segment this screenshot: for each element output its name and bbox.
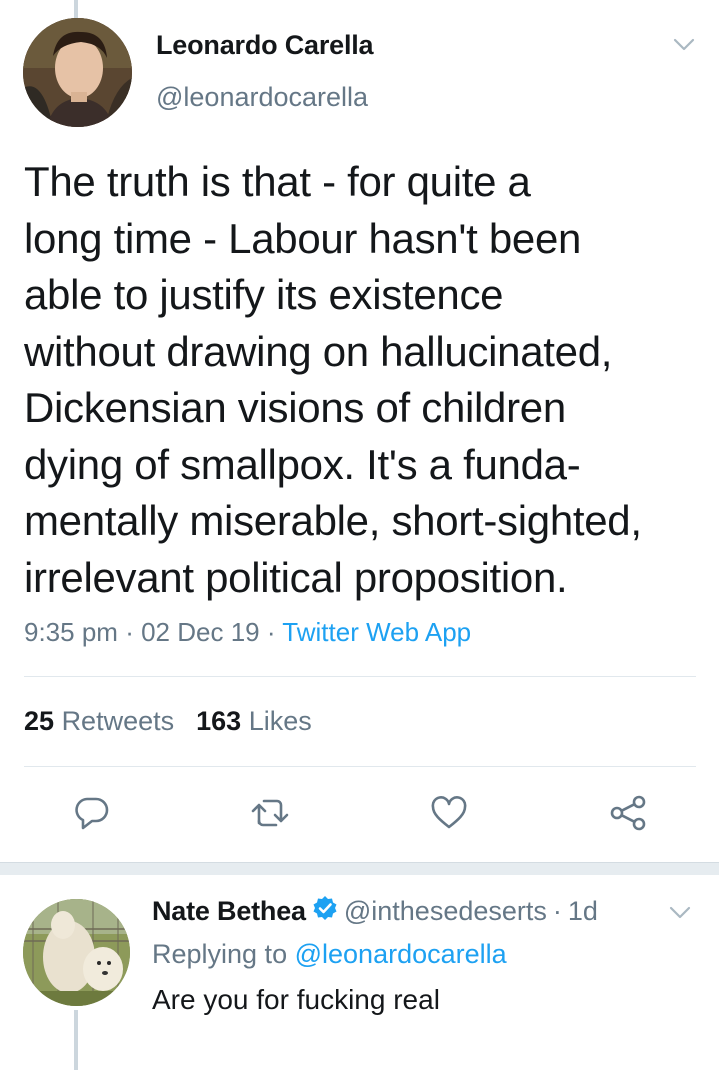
chevron-down-icon[interactable] [673,38,695,57]
tweet-text-line: mentally miserable, short-sighted, [24,497,642,544]
thread-line-top [74,0,78,18]
tweet-text: The truth is that - for quite a long time… [24,154,704,606]
retweet-icon [250,797,290,834]
tweet-text-line: able to justify its existence [24,271,504,318]
retweet-button[interactable] [248,795,292,835]
reply-button[interactable] [70,795,114,835]
tweet-text-line: dying of smallpox. It's a funda- [24,440,581,488]
retweets-count: 25 [24,706,55,736]
tweet-text-line: The truth is that - for quite a [24,158,531,205]
tweet-text-line: long time - Labour hasn't been [24,214,582,262]
likes-count: 163 [196,706,242,736]
tweet-text-line: Dickensian visions of children [24,384,566,431]
reply-header: Nate Bethea @inthesedeserts · 1d [152,895,598,928]
reply-icon [74,795,110,836]
tweet-date: 02 Dec 19 [141,617,260,647]
replying-to-label: Replying to [152,939,288,969]
reply-author-handle[interactable]: @inthesedeserts [344,896,547,927]
likes-stat[interactable]: 163 Likes [196,706,312,736]
reply-separator: · [552,896,562,926]
likes-label: Likes [248,706,312,736]
tweet-time: 9:35 pm [24,617,118,647]
like-button[interactable] [427,795,471,835]
reply-time[interactable]: 1d [568,896,598,927]
tweet-metadata: 9:35 pm · 02 Dec 19 · Twitter Web App [24,617,471,648]
tweet-stats: 25 Retweets 163 Likes [24,706,312,737]
avatar[interactable] [23,18,132,127]
replying-to-mention-link[interactable]: @leonardocarella [295,939,507,969]
reply-avatar[interactable] [23,899,130,1006]
section-separator [0,862,719,875]
meta-separator: · [125,617,134,647]
reply-author-name[interactable]: Nate Bethea [152,896,306,927]
retweets-label: Retweets [61,706,175,736]
thread-line-bottom [74,1010,78,1070]
share-icon [609,794,647,837]
meta-separator: · [266,617,276,647]
heart-icon [430,795,468,835]
verified-badge-icon [312,895,338,928]
tweet-source-link[interactable]: Twitter Web App [282,617,471,647]
retweets-stat[interactable]: 25 Retweets [24,706,174,736]
share-button[interactable] [606,795,650,835]
tweet-text-line: irrelevant political proposition. [24,553,568,601]
tweet-text-line: without drawing on hallucinated, [24,327,613,375]
replying-to-line: Replying to @leonardocarella [152,939,507,970]
divider [24,676,696,677]
divider [24,766,696,767]
author-name[interactable]: Leonardo Carella [156,30,374,61]
reply-text: Are you for fucking real [152,984,440,1015]
chevron-down-icon[interactable] [669,906,691,925]
author-handle[interactable]: @leonardocarella [156,82,368,113]
